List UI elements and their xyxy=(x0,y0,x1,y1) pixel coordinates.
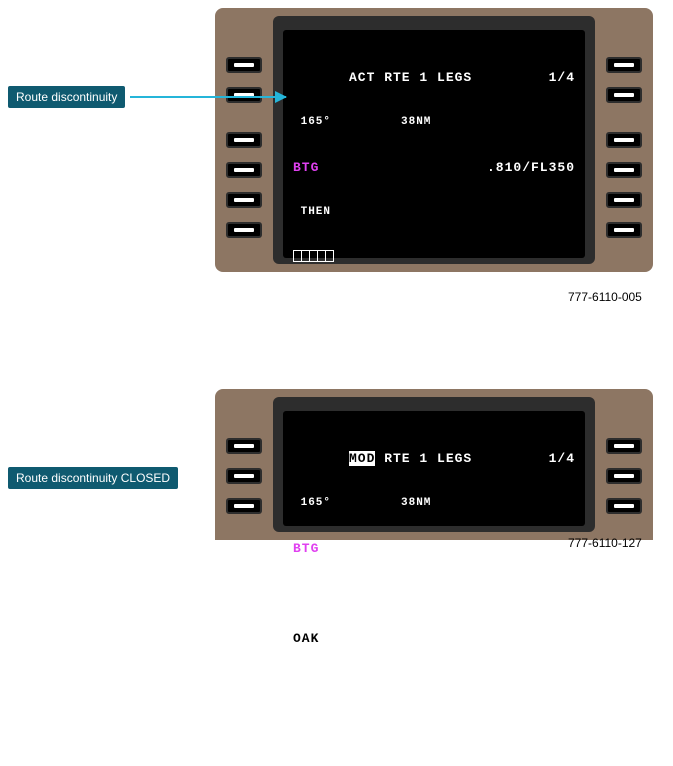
cdu-lower-frame: MOD RTE 1 LEGS1/4 165°38NM BTG.810/FL350… xyxy=(215,389,653,540)
lsk-4l[interactable] xyxy=(226,162,262,178)
leg2-header-lower: 158° 471NM xyxy=(289,586,579,601)
cdu-screen-upper: ACT RTE 1 LEGS 1/4 165° 38NM BTG .810/FL350… xyxy=(283,30,585,258)
disc-text-row: - - ROUTE DISCONTINUITY - xyxy=(289,345,579,360)
lsk-1r[interactable] xyxy=(606,57,642,73)
leg1-hdg: 165° xyxy=(293,115,331,130)
callout-discontinuity-text: Route discontinuity xyxy=(16,90,117,104)
wpt4-spdalt: .808/FL350 xyxy=(487,570,575,585)
page-indicator-lower: 1/4 xyxy=(549,451,575,466)
wpt3-spdalt-lower: .808/FL350 xyxy=(487,721,575,736)
spacer xyxy=(289,295,579,315)
lsk-2l[interactable] xyxy=(226,87,262,103)
leg3-row-lower: AVE .808/FL350 xyxy=(289,721,579,736)
leg1-header-lower: 165° 38NM xyxy=(289,496,579,511)
lsk-col-left xyxy=(215,8,273,272)
lsk-col-right-lower xyxy=(595,389,653,540)
title-rest-lower: RTE 1 LEGS xyxy=(375,451,472,466)
screen-bezel-lower: MOD RTE 1 LEGS1/4 165°38NM BTG.810/FL350… xyxy=(273,397,595,532)
wpt1-spdalt: .810/FL350 xyxy=(487,160,575,175)
lsk-5l[interactable] xyxy=(226,192,262,208)
leg1-header: 165° 38NM xyxy=(289,115,579,130)
lsk-3r[interactable] xyxy=(606,132,642,148)
callout-discontinuity: Route discontinuity xyxy=(8,86,125,108)
lsk-col-left-lower xyxy=(215,389,273,540)
leg2-hdg-lower: 158° xyxy=(293,586,331,601)
lsk-2r[interactable] xyxy=(606,87,642,103)
lsk-5r[interactable] xyxy=(606,192,642,208)
page-indicator: 1/4 xyxy=(549,70,575,85)
leg1-dist-lower: 38NM xyxy=(401,496,431,511)
lsk-4r[interactable] xyxy=(606,162,642,178)
title-row-lower: MOD RTE 1 LEGS 1/4 xyxy=(289,451,579,466)
lsk-col-right xyxy=(595,8,653,272)
lsk-6l[interactable] xyxy=(226,222,262,238)
lsk-3r-lower[interactable] xyxy=(606,498,642,514)
wpt-oak-lower: OAK xyxy=(293,631,319,646)
leg2-row-lower: OAK .809/FL350 xyxy=(289,631,579,646)
cdu-screen-lower: MOD RTE 1 LEGS1/4 165°38NM BTG.810/FL350… xyxy=(283,411,585,526)
leg3-hdg-lower: 121° xyxy=(293,676,331,691)
cdu-upper-frame: ACT RTE 1 LEGS 1/4 165° 38NM BTG .810/FL350… xyxy=(215,8,653,272)
title-prefix-mod: MOD xyxy=(349,451,375,466)
dashes: - - - - - - - - - - - - - xyxy=(293,615,483,630)
wpt-btg: BTG xyxy=(293,160,319,175)
lsk-3l[interactable] xyxy=(226,132,262,148)
then-label: THEN xyxy=(293,205,331,220)
wpt1-spdalt-lower: .810/FL350 xyxy=(487,541,575,556)
lsk-3l-lower[interactable] xyxy=(226,498,262,514)
leg3-header-lower: 121° 165NM xyxy=(289,676,579,691)
leg1-row-lower: BTG .810/FL350 xyxy=(289,541,579,556)
figure-number-upper: 777-6110-005 xyxy=(568,290,642,304)
figure-number-lower: 777-6110-127 xyxy=(568,536,642,550)
lsk-2r-lower[interactable] xyxy=(606,468,642,484)
dashes-row: - - - - - - - - - - - - - xyxy=(289,615,579,630)
leg1-row: BTG .810/FL350 xyxy=(289,160,579,175)
scratchpad-row: OAK xyxy=(289,705,579,720)
rte-data-prompt: RTE DATA> xyxy=(496,660,575,675)
disc-text: - - ROUTE DISCONTINUITY - xyxy=(293,345,483,360)
title-rest: RTE 1 LEGS xyxy=(375,70,472,85)
lsk-1r-lower[interactable] xyxy=(606,438,642,454)
screen-bezel: ACT RTE 1 LEGS 1/4 165° 38NM BTG .810/FL350… xyxy=(273,16,595,264)
leg1-dist: 38NM xyxy=(401,115,431,130)
disc-boxes-row xyxy=(289,250,579,265)
wpt-ave-lower: AVE xyxy=(293,721,319,736)
leg1-hdg-lower: 165° xyxy=(293,496,331,511)
then-row: THEN xyxy=(289,205,579,220)
lsk-6r[interactable] xyxy=(606,222,642,238)
scratchpad: OAK xyxy=(293,705,319,720)
callout-closed: Route discontinuity CLOSED xyxy=(8,467,178,489)
leg2-dist-lower: 471NM xyxy=(401,586,439,601)
boxes-icon xyxy=(293,250,333,262)
rte2-legs-prompt: <RTE 2 LEGS xyxy=(293,660,390,675)
leg4-row: DERBB .808/FL350 xyxy=(289,570,579,585)
lsk-2l-lower[interactable] xyxy=(226,468,262,484)
callout-closed-text: Route discontinuity CLOSED xyxy=(16,471,170,485)
wpt-derbb: DERBB xyxy=(293,570,337,585)
title-row: ACT RTE 1 LEGS 1/4 xyxy=(289,70,579,85)
wpt2-spdalt-lower: .809/FL350 xyxy=(487,631,575,646)
wpt-btg-lower: BTG xyxy=(293,541,319,556)
title-prefix: ACT xyxy=(349,70,375,85)
lsk-1l[interactable] xyxy=(226,57,262,73)
callout-arrow-icon xyxy=(130,96,286,98)
leg3-dist-lower: 165NM xyxy=(401,676,439,691)
lsk-1l-lower[interactable] xyxy=(226,438,262,454)
l6-row: <RTE 2 LEGS RTE DATA> xyxy=(289,660,579,675)
